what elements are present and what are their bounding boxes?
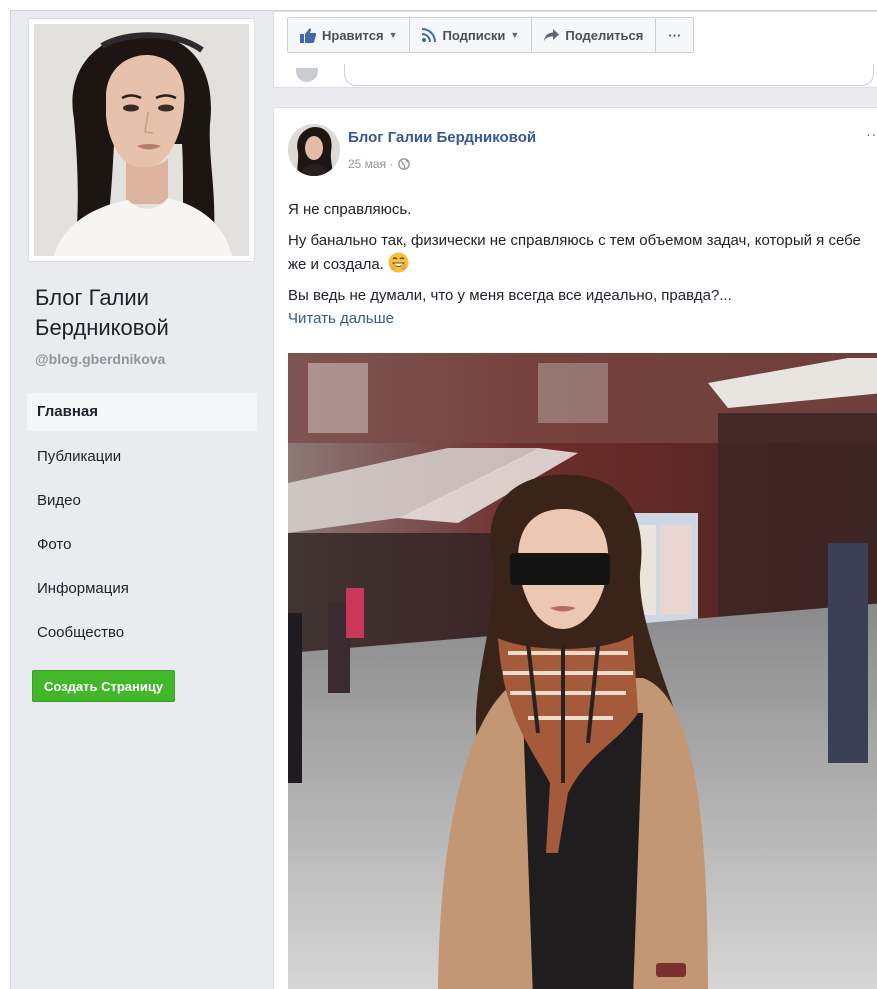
post-paragraph-text: Вы ведь не думали, что у меня всегда все… [288, 287, 732, 304]
post-meta: 25 мая · [348, 157, 411, 171]
post-date[interactable]: 25 мая [348, 157, 386, 171]
post-options-button[interactable]: ··· [866, 126, 877, 142]
post-author-avatar[interactable] [288, 124, 340, 176]
profile-portrait-image [34, 24, 249, 256]
share-button[interactable]: Поделиться [531, 17, 657, 53]
composer-input[interactable] [344, 64, 874, 86]
follow-label: Подписки [442, 27, 506, 43]
nav-item-about[interactable]: Информация [27, 569, 257, 613]
nav-item-home[interactable]: Главная [27, 393, 257, 431]
action-buttons: Нравится ▼ Подписки ▼ Поделиться ··· [287, 17, 695, 53]
post-author-link[interactable]: Блог Галии Бердниковой [348, 129, 536, 146]
page-action-bar: Нравится ▼ Подписки ▼ Поделиться ··· [273, 11, 877, 88]
nav-item-community[interactable]: Сообщество [27, 613, 257, 657]
composer-avatar [296, 68, 318, 82]
chevron-down-icon: ▼ [510, 30, 520, 40]
post-paragraph: Вы ведь не думали, что у меня всегда все… [288, 284, 863, 330]
author-avatar-image [288, 124, 340, 176]
nav-item-photos[interactable]: Фото [27, 525, 257, 569]
page-sidebar: Блог Галии Бердниковой @blog.gberdnikova… [11, 11, 269, 989]
post-photo-image [288, 353, 877, 989]
follow-page-button[interactable]: Подписки ▼ [409, 17, 533, 53]
thumbs-up-icon [300, 27, 316, 43]
create-page-button[interactable]: Создать Страницу [32, 670, 176, 702]
post-paragraph-text: Ну банально так, физически не справляюсь… [288, 232, 861, 273]
like-page-button[interactable]: Нравится ▼ [287, 17, 411, 53]
share-label: Поделиться [565, 27, 644, 43]
chevron-down-icon: ▼ [388, 30, 398, 40]
rss-icon [422, 28, 437, 42]
grinning-emoji-icon [388, 252, 409, 273]
page-nav: Главная Публикации Видео Фото Информация… [27, 393, 257, 657]
nav-item-posts[interactable]: Публикации [27, 437, 257, 481]
page-username: @blog.gberdnikova [35, 351, 166, 367]
page-title: Блог Галии Бердниковой [35, 285, 169, 340]
globe-icon [398, 158, 411, 170]
facebook-page: Блог Галии Бердниковой @blog.gberdnikova… [10, 10, 877, 989]
profile-picture[interactable] [28, 18, 255, 262]
more-actions-button[interactable]: ··· [655, 17, 695, 53]
like-label: Нравится [322, 27, 384, 43]
post-paragraph: Ну банально так, физически не справляюсь… [288, 229, 863, 276]
nav-item-videos[interactable]: Видео [27, 481, 257, 525]
share-arrow-icon [544, 29, 560, 41]
post-paragraph: Я не справляюсь. [288, 201, 412, 218]
feed-post: Блог Галии Бердниковой 25 мая · ··· Я не… [273, 107, 877, 989]
read-more-link[interactable]: Читать дальше [288, 310, 394, 327]
profile-photo [34, 24, 249, 256]
meta-separator: · [386, 157, 394, 171]
post-body: Я не справляюсь. Ну банально так, физиче… [288, 198, 863, 338]
post-photo[interactable] [288, 353, 877, 989]
